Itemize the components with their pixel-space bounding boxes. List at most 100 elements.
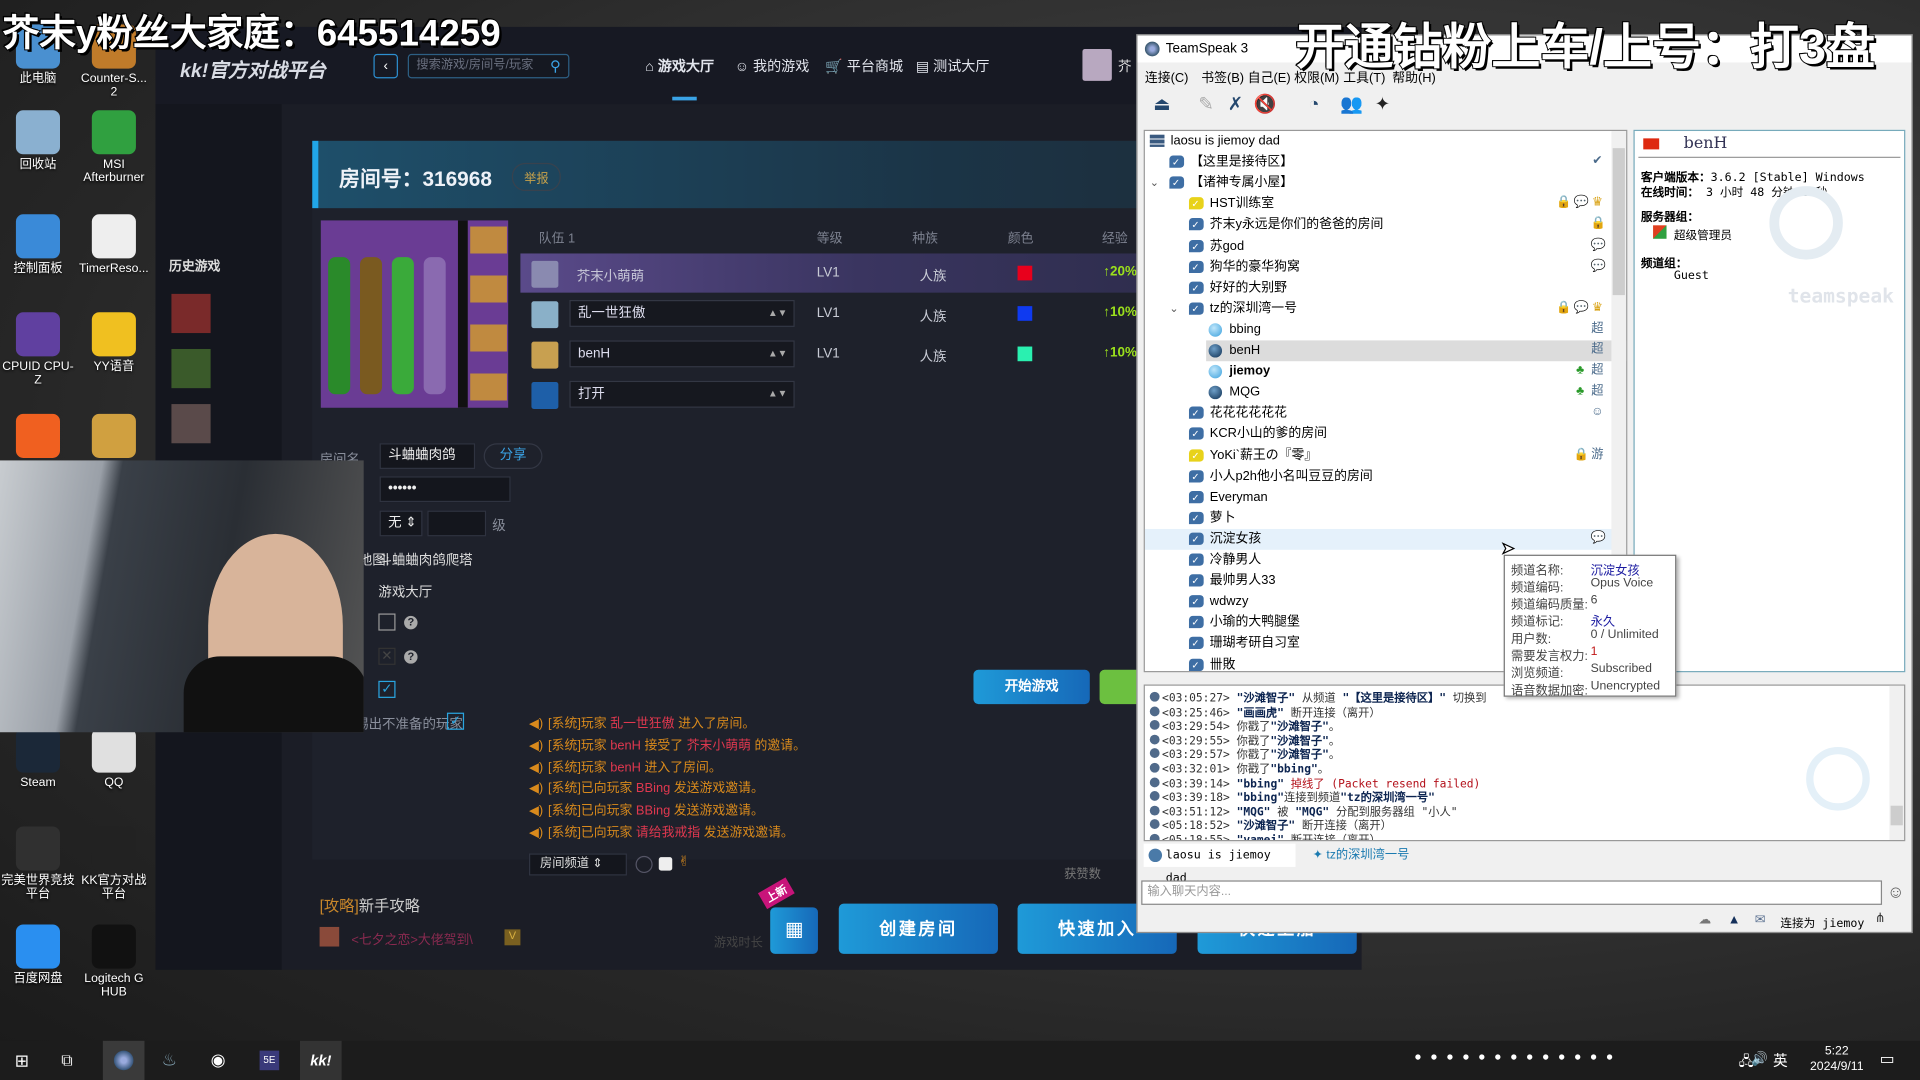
desktop-icon[interactable]: Steam	[0, 728, 76, 790]
taskbar-teamspeak[interactable]	[102, 1040, 145, 1080]
channel-item[interactable]: 小人p2h他小名叫豆豆的房间	[1145, 466, 1613, 487]
system-tray-icons[interactable]: ●●●●●●●●●●●●●	[1414, 1051, 1622, 1064]
history-game-thumb[interactable]	[171, 348, 211, 389]
channel-item[interactable]: 好好的大别野	[1145, 278, 1613, 298]
level-select[interactable]: 无 ⇕	[379, 510, 423, 537]
dice-icon[interactable]	[658, 857, 673, 871]
taskbar-kk[interactable]: kk!	[300, 1040, 342, 1080]
history-game-thumb[interactable]	[171, 404, 211, 444]
volume-icon[interactable]: 🔊	[1751, 1051, 1768, 1067]
desktop-icon[interactable]: 百度网盘	[0, 924, 76, 986]
player-color-swatch[interactable]	[1017, 265, 1033, 281]
password-input[interactable]: ••••••	[379, 476, 511, 503]
channel-item[interactable]: 芥末y永远是你们的爸爸的房间 🔒	[1145, 215, 1613, 236]
option-checkbox-checked[interactable]: ✓	[378, 680, 396, 698]
channel-item[interactable]: KCR小山的爹的房间	[1145, 424, 1613, 445]
warning-icon[interactable]: ▲	[1728, 912, 1741, 927]
contacts-icon[interactable]: 👥	[1337, 92, 1366, 119]
ime-indicator[interactable]: 英	[1773, 1049, 1788, 1070]
channel-item[interactable]: 狗华的豪华狗窝 💬	[1145, 257, 1613, 277]
search-input[interactable]: 搜索游戏/房间号/玩家 ⚲	[407, 53, 570, 79]
guide-link[interactable]: [攻略]新手攻略	[320, 893, 420, 916]
client-item[interactable]: bbing 超	[1145, 319, 1613, 340]
mute-speaker-icon[interactable]: 🔇	[1250, 92, 1279, 119]
desktop-icon[interactable]: MSI Afterburner	[76, 110, 152, 185]
channel-item[interactable]: 【这里是接待区】 ✔	[1145, 152, 1613, 173]
search-icon[interactable]: ⚲	[550, 55, 561, 77]
player-slot-select[interactable]: benH ▲▼	[569, 340, 795, 368]
desktop-icon[interactable]: 回收站	[0, 110, 76, 171]
away-icon[interactable]: ✎	[1191, 92, 1220, 119]
channel-item[interactable]: ⌄ tz的深圳湾一号 ♛💬🔒	[1145, 299, 1613, 320]
menu-item[interactable]: 书签(B)	[1201, 69, 1244, 87]
desktop-icon[interactable]: 完美世界竞技平台	[0, 826, 76, 901]
help-icon[interactable]: ?	[404, 650, 418, 664]
taskbar-5e[interactable]: 5E	[259, 1050, 280, 1071]
subscribe-icon[interactable]: ◔	[1299, 92, 1328, 119]
user-avatar[interactable]	[1082, 48, 1112, 81]
log-scrollbar[interactable]	[1889, 685, 1905, 841]
channel-item[interactable]: HST训练室 ♛💬🔒	[1145, 194, 1613, 215]
client-item[interactable]: MQG 超 ♣	[1145, 382, 1613, 403]
start-button[interactable]: ⊞	[15, 1051, 29, 1072]
channel-item[interactable]: 花花花花花花 ☺	[1145, 403, 1613, 424]
desktop-icon[interactable]: CPUID CPU-Z	[0, 312, 76, 387]
menu-item[interactable]: 自己(E)	[1248, 69, 1291, 87]
emoji-icon[interactable]	[635, 855, 653, 874]
create-room-button[interactable]: 创建房间	[838, 903, 998, 954]
player-slot-select[interactable]: 乱一世狂傲 ▲▼	[569, 300, 795, 327]
cloud-icon[interactable]: ☁	[1698, 912, 1711, 927]
desktop-icon[interactable]: TimerReso...	[76, 214, 152, 276]
desktop-icon[interactable]: QQ	[76, 728, 152, 790]
channel-item[interactable]: ⌄ 【诸神专属小屋】	[1145, 173, 1613, 194]
room-name-input[interactable]: 斗蛐蛐肉鸽	[379, 443, 476, 469]
rock-paper-scissors-icon[interactable]: ✌	[678, 853, 689, 870]
tab-server[interactable]: laosu is jiemoy dad	[1143, 843, 1296, 885]
report-button[interactable]: 举报	[511, 162, 561, 192]
taskbar-obs[interactable]: ◉	[211, 1049, 226, 1070]
chat-input[interactable]: 输入聊天内容...	[1141, 880, 1883, 905]
chat-channel-select[interactable]: 房间频道 ⇕	[528, 853, 627, 876]
channel-item[interactable]: 沉淀女孩 💬	[1144, 529, 1613, 550]
emoji-icon[interactable]: ☺	[1887, 882, 1905, 902]
player-slot-select[interactable]: 打开 ▲▼	[569, 380, 795, 408]
taskbar-steam[interactable]: ♨	[162, 1049, 177, 1070]
mail-icon[interactable]: ✉	[1755, 912, 1766, 927]
player-color-swatch[interactable]	[1017, 346, 1033, 362]
desktop-icon[interactable]: YY语音	[76, 312, 152, 373]
expand-chevron-icon[interactable]: ⌄	[1169, 299, 1178, 320]
channel-item[interactable]: 萝卜	[1145, 508, 1613, 529]
channel-item[interactable]: 苏god 💬	[1145, 236, 1613, 257]
client-item[interactable]: jiemoy 超 ♣	[1145, 361, 1613, 382]
nav-store[interactable]: 🛒 平台商城	[825, 56, 903, 76]
desktop-icon[interactable]: 控制面板	[0, 214, 76, 276]
desktop-icon[interactable]: KK官方对战平台	[76, 826, 152, 901]
nav-test-lobby[interactable]: ▤ 测试大厅	[916, 56, 990, 76]
desktop-icon[interactable]: Logitech G HUB	[76, 924, 152, 999]
player-color-swatch[interactable]	[1017, 306, 1033, 321]
help-icon[interactable]: ?	[404, 615, 418, 630]
history-game-thumb[interactable]	[171, 293, 211, 334]
clock[interactable]: 5:22 2024/9/11	[1800, 1043, 1873, 1075]
nav-my-games[interactable]: ☺ 我的游戏	[735, 56, 810, 76]
whisper-icon[interactable]: ✦	[1368, 92, 1397, 119]
mute-mic-icon[interactable]: ✗	[1221, 92, 1250, 119]
featured-user[interactable]: <七夕之恋>大佬驾到\	[351, 931, 472, 949]
channel-item[interactable]: YoKi`薪王の『零』 游🔒	[1145, 445, 1613, 466]
kick-unready-checkbox[interactable]: ✓	[446, 712, 465, 730]
start-game-button[interactable]: 开始游戏	[973, 669, 1090, 705]
notification-icon[interactable]: ▭	[1880, 1049, 1895, 1069]
channel-item[interactable]: Everyman	[1145, 487, 1613, 508]
store-button[interactable]: ▦	[770, 907, 818, 954]
share-button[interactable]: 分享	[483, 443, 543, 469]
task-view-icon[interactable]: ⧉	[61, 1051, 72, 1071]
disconnect-icon[interactable]: ⏏	[1147, 92, 1176, 119]
back-button[interactable]: ‹	[373, 53, 398, 79]
server-item[interactable]: laosu is jiemoy dad	[1145, 131, 1613, 152]
desktop-icon[interactable]	[0, 413, 76, 462]
tab-channel[interactable]: ✦ tz的深圳湾一号	[1303, 844, 1438, 867]
nav-game-lobby[interactable]: ⌂ 游戏大厅	[645, 56, 714, 76]
client-item[interactable]: benH 超	[1206, 340, 1627, 362]
option-checkbox[interactable]	[378, 613, 396, 631]
desktop-icon[interactable]	[76, 413, 152, 462]
